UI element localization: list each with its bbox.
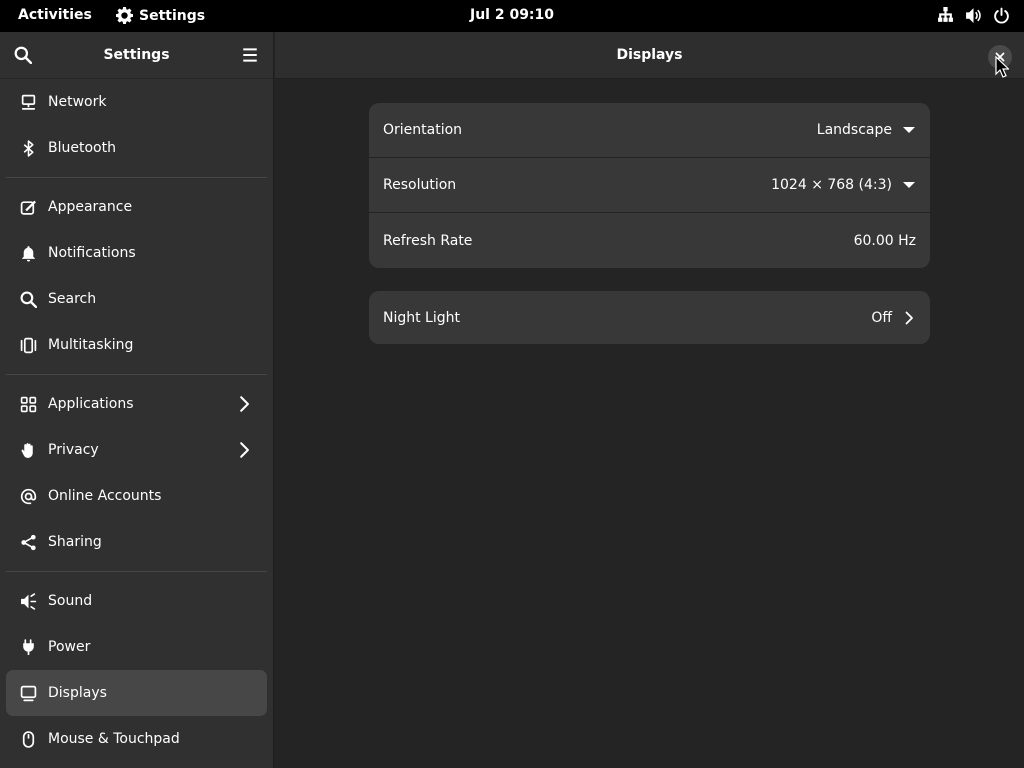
volume-icon[interactable] bbox=[965, 7, 982, 24]
hand-icon bbox=[19, 441, 37, 459]
search-icon bbox=[19, 290, 37, 308]
sidebar-item-sound[interactable]: Sound bbox=[6, 578, 267, 624]
display-icon bbox=[19, 684, 37, 702]
sidebar-item-notifications[interactable]: Notifications bbox=[6, 230, 267, 276]
sidebar-item-search[interactable]: Search bbox=[6, 276, 267, 322]
app-name: Settings bbox=[139, 7, 206, 24]
app-menu[interactable]: Settings bbox=[116, 7, 205, 24]
display-settings-card: Orientation Landscape Resolution 1024 × … bbox=[369, 103, 930, 268]
resolution-dropdown[interactable]: 1024 × 768 (4:3) bbox=[771, 177, 916, 193]
sidebar-item-online-accounts[interactable]: Online Accounts bbox=[6, 473, 267, 519]
network-icon bbox=[19, 93, 37, 111]
sidebar-item-label: Sharing bbox=[48, 534, 102, 550]
sidebar-separator bbox=[6, 571, 267, 572]
sidebar-item-label: Search bbox=[48, 291, 97, 307]
sidebar-item-bluetooth[interactable]: Bluetooth bbox=[6, 125, 267, 171]
sidebar-item-label: Power bbox=[48, 639, 91, 655]
resolution-row[interactable]: Resolution 1024 × 768 (4:3) bbox=[369, 158, 930, 213]
main-panel: Displays Orientation Landscape Resolutio… bbox=[275, 32, 1024, 768]
sidebar-item-label: Applications bbox=[48, 396, 134, 412]
dropdown-arrow-icon bbox=[903, 127, 915, 133]
sidebar-item-label: Notifications bbox=[48, 245, 136, 261]
activities-button[interactable]: Activities bbox=[18, 7, 92, 23]
sidebar-header: Settings bbox=[0, 32, 273, 79]
power-icon[interactable] bbox=[993, 7, 1010, 24]
sidebar: Settings Network Bluetooth Appearance Notif… bbox=[0, 32, 274, 768]
sidebar-item-label: Online Accounts bbox=[48, 488, 162, 504]
orientation-label: Orientation bbox=[383, 122, 463, 138]
sidebar-item-label: Sound bbox=[48, 593, 93, 609]
sidebar-item-power[interactable]: Power bbox=[6, 624, 267, 670]
refresh-rate-row: Refresh Rate 60.00 Hz bbox=[369, 213, 930, 268]
appearance-icon bbox=[19, 198, 37, 216]
grid-icon bbox=[19, 395, 37, 413]
sidebar-item-label: Displays bbox=[48, 685, 107, 701]
night-light-status: Off bbox=[871, 310, 916, 326]
multitasking-icon bbox=[19, 336, 37, 354]
sidebar-item-label: Multitasking bbox=[48, 337, 134, 353]
sidebar-item-mouse-touchpad[interactable]: Mouse & Touchpad bbox=[6, 716, 267, 762]
hamburger-menu-icon[interactable] bbox=[241, 46, 259, 64]
night-light-card: Night Light Off bbox=[369, 291, 930, 344]
sidebar-item-label: Network bbox=[48, 94, 107, 110]
night-light-value: Off bbox=[871, 309, 892, 326]
bluetooth-icon bbox=[19, 139, 37, 157]
sidebar-item-applications[interactable]: Applications bbox=[6, 381, 267, 427]
sidebar-item-network[interactable]: Network bbox=[6, 79, 267, 125]
sidebar-item-multitasking[interactable]: Multitasking bbox=[6, 322, 267, 368]
bell-icon bbox=[19, 244, 37, 262]
sidebar-separator bbox=[6, 177, 267, 178]
network-wired-icon[interactable] bbox=[937, 7, 954, 24]
page-title: Displays bbox=[616, 47, 683, 63]
chevron-right-icon bbox=[240, 442, 249, 458]
speaker-icon bbox=[19, 592, 37, 610]
resolution-value: 1024 × 768 (4:3) bbox=[771, 177, 892, 193]
top-bar: Activities Settings Jul 2 09:10 bbox=[0, 0, 1024, 32]
mouse-cursor-icon bbox=[995, 56, 1009, 78]
system-tray[interactable] bbox=[937, 7, 1010, 24]
at-icon bbox=[19, 487, 37, 505]
orientation-row[interactable]: Orientation Landscape bbox=[369, 103, 930, 158]
gear-icon bbox=[116, 7, 133, 24]
share-icon bbox=[19, 533, 37, 551]
sidebar-item-label: Appearance bbox=[48, 199, 133, 215]
sidebar-separator bbox=[6, 374, 267, 375]
sidebar-item-appearance[interactable]: Appearance bbox=[6, 184, 267, 230]
sidebar-item-label: Bluetooth bbox=[48, 140, 116, 156]
clock[interactable]: Jul 2 09:10 bbox=[470, 7, 554, 23]
orientation-value: Landscape bbox=[816, 122, 892, 138]
main-header: Displays bbox=[275, 32, 1024, 79]
power-plug-icon bbox=[19, 638, 37, 656]
refresh-rate-label: Refresh Rate bbox=[383, 232, 473, 249]
sidebar-item-displays[interactable]: Displays bbox=[6, 670, 267, 716]
night-light-row[interactable]: Night Light Off bbox=[369, 291, 930, 344]
sidebar-item-label: Privacy bbox=[48, 442, 99, 458]
night-light-label: Night Light bbox=[383, 309, 460, 326]
sidebar-title: Settings bbox=[103, 47, 170, 63]
refresh-rate-value-wrap: 60.00 Hz bbox=[854, 233, 916, 249]
sidebar-item-privacy[interactable]: Privacy bbox=[6, 427, 267, 473]
refresh-rate-value: 60.00 Hz bbox=[853, 232, 916, 249]
sidebar-item-sharing[interactable]: Sharing bbox=[6, 519, 267, 565]
orientation-dropdown[interactable]: Landscape bbox=[817, 122, 916, 138]
search-icon[interactable] bbox=[14, 46, 32, 64]
sidebar-item-label: Mouse & Touchpad bbox=[48, 731, 180, 747]
resolution-label: Resolution bbox=[383, 177, 457, 193]
mouse-icon bbox=[19, 730, 37, 748]
chevron-right-icon bbox=[240, 396, 249, 412]
sidebar-list: Network Bluetooth Appearance Notifications S… bbox=[0, 79, 273, 762]
chevron-right-icon bbox=[905, 311, 913, 324]
dropdown-arrow-icon bbox=[903, 182, 915, 188]
